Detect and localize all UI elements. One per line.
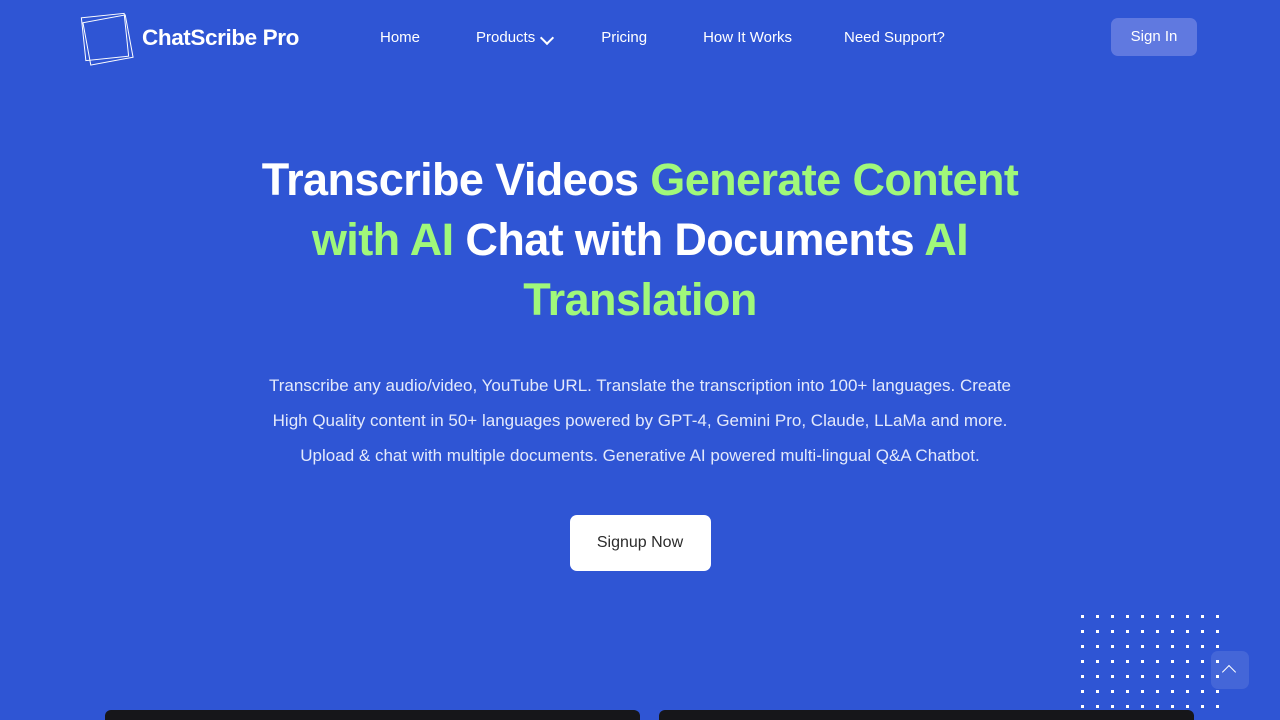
signup-now-button[interactable]: Signup Now bbox=[569, 515, 711, 571]
dot-grid-decoration bbox=[1081, 615, 1221, 712]
nav-item-how-it-works[interactable]: How It Works bbox=[703, 29, 792, 46]
brand-name: ChatScribe Pro bbox=[142, 24, 299, 50]
chevron-down-icon bbox=[542, 33, 553, 44]
hero-subtitle: Transcribe any audio/video, YouTube URL.… bbox=[268, 376, 1011, 465]
nav-item-label: Home bbox=[380, 29, 421, 46]
content-card-top-left bbox=[105, 710, 640, 720]
headline-part-3: Chat with Documents bbox=[453, 214, 925, 265]
rotated-square-logo-icon bbox=[80, 10, 134, 66]
hero-cta-container: Signup Now bbox=[0, 515, 1280, 571]
nav-item-products[interactable]: Products bbox=[476, 29, 553, 46]
nav-item-home[interactable]: Home bbox=[380, 29, 420, 46]
nav-item-label: Need Support? bbox=[843, 29, 945, 46]
nav-item-label: Products bbox=[476, 29, 536, 46]
site-header: ChatScribe Pro Home Products Pricing How… bbox=[0, 0, 1280, 75]
brand-logo[interactable]: ChatScribe Pro bbox=[80, 10, 299, 66]
sign-in-button[interactable]: Sign In bbox=[1111, 18, 1197, 56]
nav-item-label: How It Works bbox=[703, 29, 792, 46]
chevron-up-icon bbox=[1224, 667, 1235, 678]
hero-section: Transcribe Videos Generate Content with … bbox=[0, 150, 1280, 571]
nav-item-pricing[interactable]: Pricing bbox=[601, 29, 647, 46]
scroll-to-top-button[interactable] bbox=[1211, 651, 1249, 689]
main-nav: Home Products Pricing How It Works Need … bbox=[380, 29, 945, 46]
headline-part-1: Transcribe Videos bbox=[261, 154, 651, 205]
nav-item-label: Pricing bbox=[601, 29, 648, 46]
nav-item-need-support[interactable]: Need Support? bbox=[844, 29, 945, 46]
page-title: Transcribe Videos Generate Content with … bbox=[260, 150, 1020, 330]
